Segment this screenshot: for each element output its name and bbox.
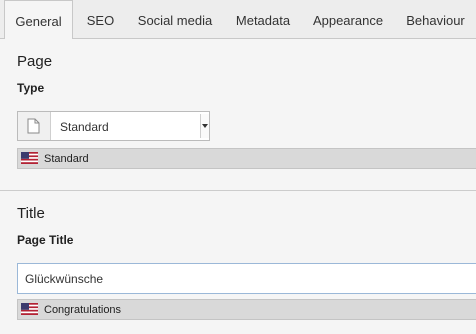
tab-seo[interactable]: SEO	[78, 0, 123, 38]
us-flag-icon	[21, 152, 38, 164]
type-select-value: Standard	[60, 120, 109, 134]
title-section: Title Page Title Glückwünsche Congratula…	[0, 191, 476, 334]
page-title-input[interactable]: Glückwünsche	[17, 263, 476, 294]
type-translation-text: Standard	[44, 153, 89, 165]
type-select[interactable]: Standard	[17, 111, 210, 141]
chevron-down-icon[interactable]	[200, 114, 209, 138]
title-translation-text: Congratulations	[44, 304, 122, 316]
tab-general[interactable]: General	[4, 0, 73, 39]
page-section: Page Type Standard Standard	[0, 39, 476, 191]
tab-bar: General SEO Social media Metadata Appear…	[0, 0, 476, 39]
us-flag-icon	[21, 303, 38, 315]
type-label: Type	[17, 81, 45, 95]
tab-appearance[interactable]: Appearance	[306, 0, 390, 38]
tab-social-media[interactable]: Social media	[130, 0, 220, 38]
tab-metadata[interactable]: Metadata	[227, 0, 299, 38]
page-title-label: Page Title	[17, 233, 74, 247]
title-translation-bar: Congratulations	[17, 299, 476, 320]
type-translation-bar: Standard	[17, 148, 476, 169]
page-title-input-value: Glückwünsche	[25, 272, 104, 286]
section-heading-title: Title	[17, 205, 45, 222]
section-heading-page: Page	[17, 53, 53, 70]
tab-behaviour[interactable]: Behaviour	[398, 0, 473, 38]
page-icon	[18, 112, 51, 140]
